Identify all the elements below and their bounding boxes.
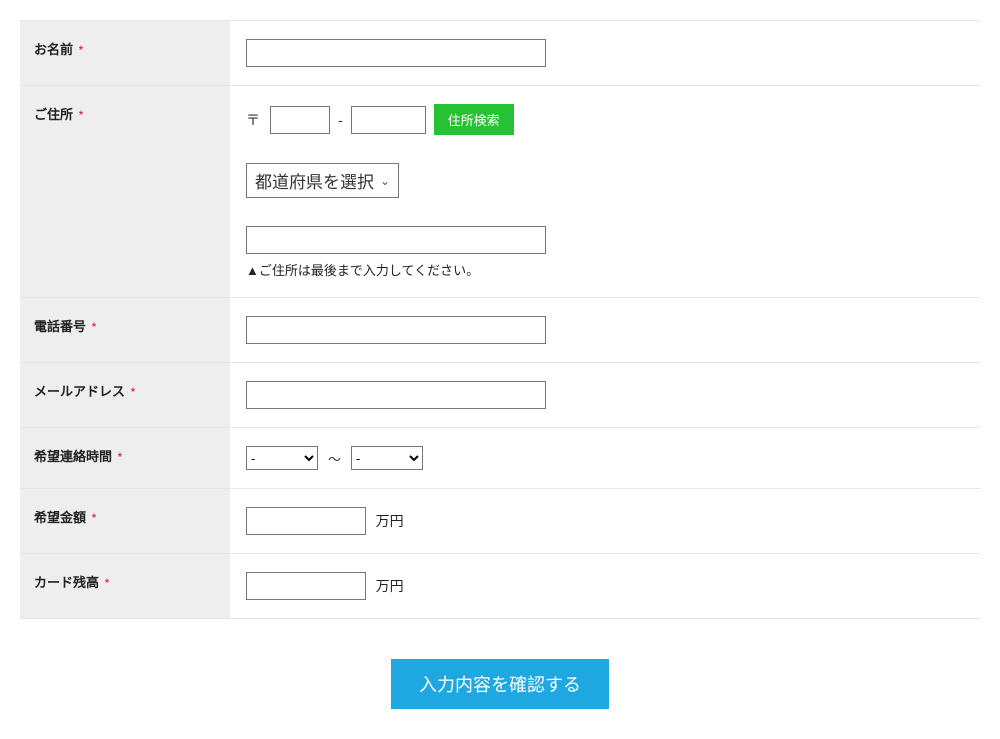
balance-input[interactable]	[246, 572, 366, 600]
address-detail-wrap	[246, 226, 964, 254]
row-phone: 電話番号 *	[20, 298, 980, 363]
required-mark: *	[79, 43, 84, 57]
label-contact-time: 希望連絡時間 *	[20, 428, 230, 488]
label-amount-text: 希望金額	[34, 510, 86, 525]
label-address: ご住所 *	[20, 86, 230, 297]
zip2-input[interactable]	[351, 106, 426, 134]
value-amount: 万円	[230, 489, 980, 553]
chevron-down-icon: ⌄	[380, 174, 390, 188]
email-input[interactable]	[246, 381, 546, 409]
application-form: お名前 * ご住所 * 〒 - 住所検索 都道府県を選択 ⌄	[20, 20, 980, 719]
address-detail-input[interactable]	[246, 226, 546, 254]
row-contact-time: 希望連絡時間 * - ～ -	[20, 428, 980, 489]
label-address-text: ご住所	[34, 107, 73, 122]
value-balance: 万円	[230, 554, 980, 618]
required-mark: *	[118, 450, 123, 464]
address-search-button[interactable]: 住所検索	[434, 104, 514, 135]
prefecture-select[interactable]: 都道府県を選択 ⌄	[246, 163, 399, 198]
prefecture-select-text: 都道府県を選択	[255, 168, 374, 193]
zip1-input[interactable]	[270, 106, 330, 134]
required-mark: *	[92, 511, 97, 525]
zip-hyphen: -	[338, 112, 343, 128]
row-name: お名前 *	[20, 20, 980, 86]
label-name: お名前 *	[20, 21, 230, 85]
zip-line: 〒 - 住所検索	[246, 104, 964, 135]
time-to-select[interactable]: -	[351, 446, 423, 470]
time-range-separator: ～	[328, 449, 341, 468]
required-mark: *	[105, 576, 110, 590]
label-balance: カード残高 *	[20, 554, 230, 618]
required-mark: *	[92, 320, 97, 334]
submit-wrap: 入力内容を確認する	[20, 619, 980, 719]
required-mark: *	[131, 385, 136, 399]
value-email	[230, 363, 980, 427]
value-address: 〒 - 住所検索 都道府県を選択 ⌄ ▲ご住所は最後まで入力してください。	[230, 86, 980, 297]
label-email: メールアドレス *	[20, 363, 230, 427]
time-line: - ～ -	[246, 446, 964, 470]
label-name-text: お名前	[34, 42, 73, 57]
amount-unit: 万円	[376, 513, 404, 529]
row-balance: カード残高 * 万円	[20, 554, 980, 619]
label-email-text: メールアドレス	[34, 384, 125, 399]
name-input[interactable]	[246, 39, 546, 67]
label-contact-time-text: 希望連絡時間	[34, 449, 112, 464]
label-phone-text: 電話番号	[34, 319, 86, 334]
amount-input[interactable]	[246, 507, 366, 535]
row-address: ご住所 * 〒 - 住所検索 都道府県を選択 ⌄ ▲ご住所は最後まで入力してくだ…	[20, 86, 980, 298]
phone-input[interactable]	[246, 316, 546, 344]
submit-button[interactable]: 入力内容を確認する	[391, 659, 609, 709]
label-amount: 希望金額 *	[20, 489, 230, 553]
value-name	[230, 21, 980, 85]
row-amount: 希望金額 * 万円	[20, 489, 980, 554]
required-mark: *	[79, 108, 84, 122]
row-email: メールアドレス *	[20, 363, 980, 428]
address-note: ▲ご住所は最後まで入力してください。	[246, 260, 964, 279]
zip-symbol: 〒	[246, 110, 260, 130]
balance-unit: 万円	[376, 578, 404, 594]
value-contact-time: - ～ -	[230, 428, 980, 488]
time-from-select[interactable]: -	[246, 446, 318, 470]
label-phone: 電話番号 *	[20, 298, 230, 362]
value-phone	[230, 298, 980, 362]
label-balance-text: カード残高	[34, 575, 99, 590]
